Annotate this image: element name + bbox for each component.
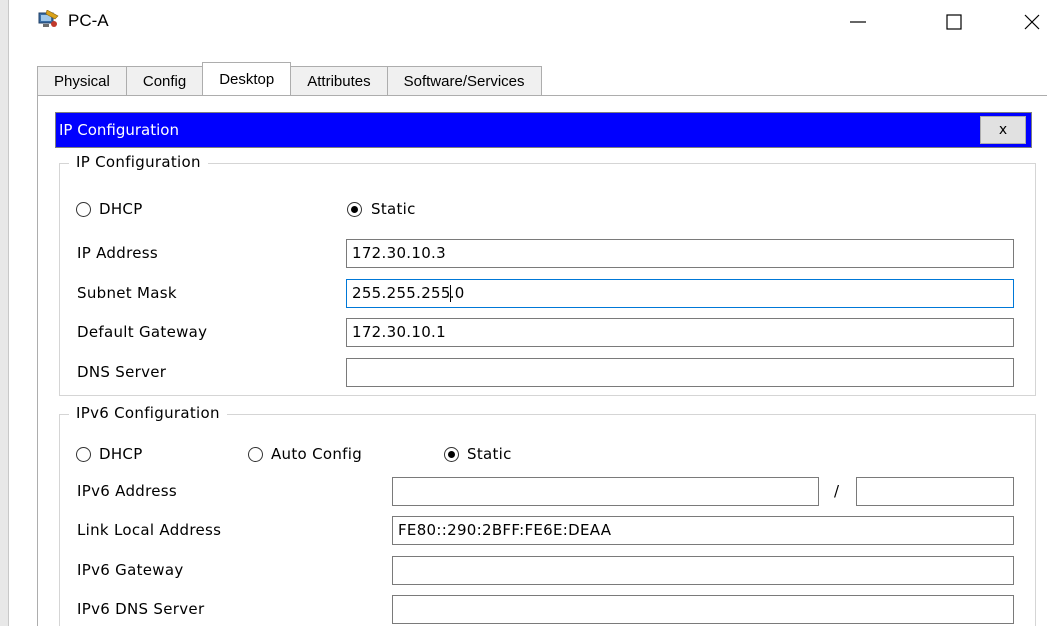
ipv6-auto-config-label[interactable]: Auto Config — [271, 445, 362, 463]
prefix-separator: / — [834, 482, 840, 500]
link-local-address-label: Link Local Address — [77, 521, 222, 539]
window-left-edge — [0, 0, 9, 626]
dns-server-input[interactable] — [346, 358, 1014, 387]
tab-physical[interactable]: Physical — [37, 66, 127, 95]
ip-address-label: IP Address — [77, 244, 158, 262]
ipv6-prefix-length-input[interactable] — [856, 477, 1014, 506]
ipv6-auto-config-radio[interactable] — [248, 447, 263, 462]
minimize-button[interactable] — [835, 6, 881, 38]
tab-attributes[interactable]: Attributes — [290, 66, 388, 95]
ipv6-dns-server-input[interactable] — [392, 595, 1014, 624]
dns-server-label: DNS Server — [77, 363, 167, 381]
tab-config[interactable]: Config — [125, 66, 204, 95]
link-local-address-input[interactable]: FE80::290:2BFF:FE6E:DEAA — [392, 516, 1014, 545]
ipv6-dhcp-radio[interactable] — [76, 447, 91, 462]
ipv6-dns-server-label: IPv6 DNS Server — [77, 600, 205, 618]
minimize-icon — [850, 21, 866, 23]
ipv6-gateway-input[interactable] — [392, 556, 1014, 585]
subnet-mask-label: Subnet Mask — [77, 284, 177, 302]
default-gateway-input[interactable]: 172.30.10.1 — [346, 318, 1014, 347]
ip-configuration-title: IP Configuration — [59, 121, 179, 139]
ipv6-address-label: IPv6 Address — [77, 482, 177, 500]
close-icon — [1024, 14, 1040, 30]
ipv6-static-label[interactable]: Static — [467, 445, 512, 463]
ip-configuration-close-button[interactable]: x — [980, 116, 1026, 144]
maximize-icon — [946, 14, 962, 30]
tab-desktop[interactable]: Desktop — [202, 62, 292, 95]
ipv6-dhcp-label[interactable]: DHCP — [99, 445, 143, 463]
pc-a-window: PC-A Physical Config Desktop Attributes … — [0, 0, 1047, 626]
ip-configuration-header: IP Configuration x — [55, 112, 1032, 148]
ipv6-gateway-label: IPv6 Gateway — [77, 561, 184, 579]
close-window-button[interactable] — [1009, 6, 1047, 38]
packet-tracer-pc-icon — [37, 9, 59, 30]
ipv4-dhcp-label[interactable]: DHCP — [99, 200, 143, 218]
title-bar[interactable]: PC-A — [9, 0, 1047, 44]
device-tabs: Physical Config Desktop Attributes Softw… — [37, 62, 542, 96]
window-title: PC-A — [68, 11, 109, 30]
ipv4-static-label[interactable]: Static — [371, 200, 416, 218]
subnet-mask-value-end: .0 — [449, 284, 465, 302]
tab-software-services[interactable]: Software/Services — [386, 66, 542, 95]
subnet-mask-value-start: 255.255.255 — [352, 284, 451, 302]
subnet-mask-input[interactable]: 255.255.255.0 — [346, 279, 1014, 308]
ipv4-dhcp-radio[interactable] — [76, 202, 91, 217]
ipv4-group-title: IP Configuration — [69, 153, 208, 171]
ipv6-address-input[interactable] — [392, 477, 819, 506]
ipv6-static-radio[interactable] — [444, 447, 459, 462]
default-gateway-label: Default Gateway — [77, 323, 208, 341]
ip-address-input[interactable]: 172.30.10.3 — [346, 239, 1014, 268]
maximize-button[interactable] — [931, 6, 977, 38]
ipv4-static-radio[interactable] — [347, 202, 362, 217]
ipv6-group-title: IPv6 Configuration — [69, 404, 227, 422]
